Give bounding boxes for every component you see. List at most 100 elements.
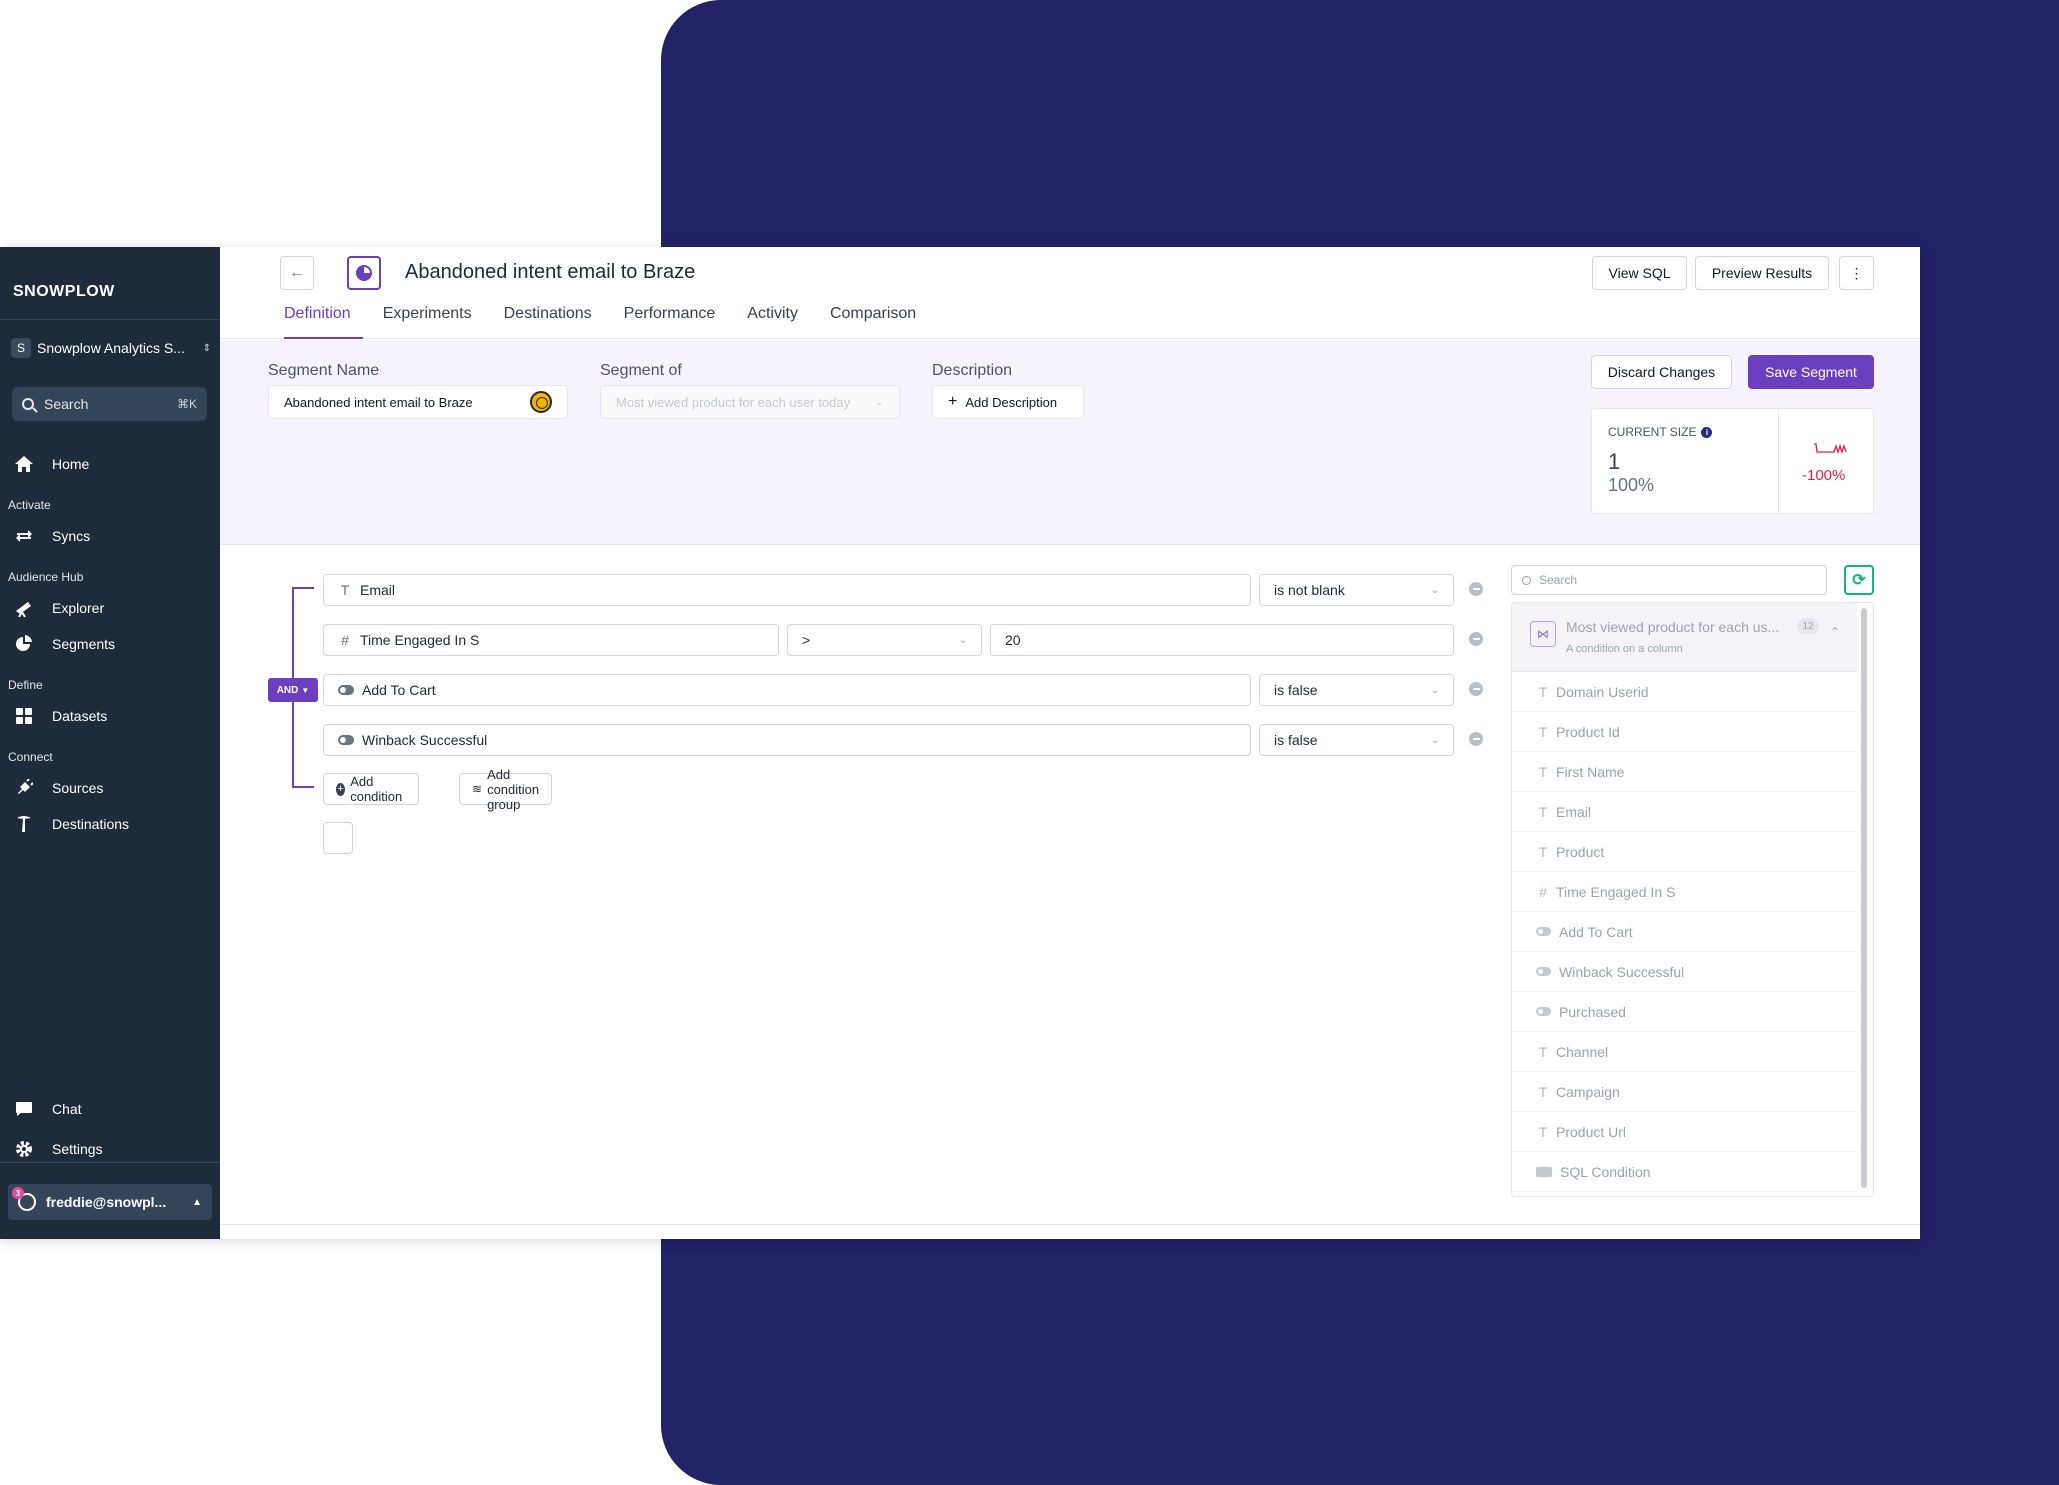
tab-definition[interactable]: Definition [284, 305, 363, 339]
column-name: Email [1556, 803, 1592, 820]
tab-destinations[interactable]: Destinations [504, 305, 604, 339]
list-item[interactable]: Winback Successful [1512, 952, 1857, 992]
sidebar-item-datasets[interactable]: Datasets [14, 705, 107, 727]
search-icon [1522, 575, 1531, 585]
plus-icon: + [948, 393, 958, 410]
braze-logo-icon [530, 391, 552, 413]
text-type-icon: T [1538, 1123, 1548, 1140]
sidebar-item-label: Segments [52, 636, 116, 652]
view-sql-button[interactable]: View SQL [1592, 256, 1687, 290]
logo: SNOWPLOW [13, 283, 115, 300]
list-item[interactable]: T First Name [1512, 752, 1857, 792]
gear-icon [14, 1139, 34, 1159]
sidebar-item-explorer[interactable]: Explorer [14, 597, 104, 619]
save-segment-button[interactable]: Save Segment [1748, 355, 1874, 389]
sync-arrows-icon [14, 526, 34, 546]
sidebar-search[interactable]: Search ⌘K [12, 387, 207, 421]
tab-performance[interactable]: Performance [624, 305, 728, 339]
back-button[interactable]: ← [280, 256, 314, 290]
list-item[interactable]: T Product [1512, 832, 1857, 872]
chevron-down-icon: ⌄ [875, 396, 884, 408]
discard-changes-button[interactable]: Discard Changes [1591, 355, 1732, 389]
info-icon[interactable]: i [1701, 426, 1713, 438]
sql-type-icon [1536, 1166, 1552, 1177]
nav-group-define: Define [8, 678, 43, 692]
definition-panel: Segment Name Abandoned intent email to B… [220, 340, 1920, 545]
list-item[interactable]: Add To Cart [1512, 912, 1857, 952]
column-name: First Name [1556, 763, 1625, 780]
org-switcher[interactable]: S Snowplow Analytics S... ⇕ [11, 335, 211, 361]
list-item[interactable]: T Campaign [1512, 1072, 1857, 1112]
text-type-icon: T [1538, 803, 1548, 820]
add-description-label: Add Description [965, 394, 1058, 410]
columns-panel: Search ⟳ ⋈ Most viewed product for each … [220, 547, 1920, 1227]
list-item[interactable]: # Time Engaged In S [1512, 872, 1857, 912]
org-avatar: S [11, 338, 31, 358]
segment-type-icon [347, 256, 381, 290]
segment-name-input[interactable]: Abandoned intent email to Braze [268, 385, 568, 419]
column-name: Purchased [1559, 1003, 1626, 1020]
current-size-card: CURRENT SIZE i 1 100% -100% [1591, 408, 1874, 514]
search-shortcut: ⌘K [176, 397, 197, 411]
plug-icon [14, 778, 34, 798]
page-header: ← Abandoned intent email to Braze View S… [220, 247, 1920, 339]
tab-activity[interactable]: Activity [747, 305, 810, 339]
segment-of-select[interactable]: Most viewed product for each user today … [600, 385, 900, 419]
divider [220, 1224, 1920, 1225]
column-name: SQL Condition [1560, 1163, 1651, 1180]
column-name: Domain Userid [1556, 683, 1649, 700]
columns-list-header[interactable]: ⋈ Most viewed product for each us... 12 … [1512, 603, 1857, 672]
sidebar-item-label: Syncs [52, 528, 91, 544]
segment-of-label: Segment of [600, 362, 682, 379]
tab-bar: Definition Experiments Destinations Perf… [284, 305, 948, 339]
tab-comparison[interactable]: Comparison [830, 305, 928, 339]
sidebar-item-chat[interactable]: Chat [14, 1098, 82, 1120]
columns-header-subtitle: A condition on a column [1566, 643, 1683, 655]
sidebar: SNOWPLOW S Snowplow Analytics S... ⇕ Sea… [0, 247, 220, 1239]
columns-count-badge: 12 [1797, 618, 1819, 634]
sidebar-item-segments[interactable]: Segments [14, 633, 115, 655]
scrollbar[interactable] [1861, 608, 1867, 1188]
boolean-type-icon [1536, 967, 1551, 976]
text-type-icon: T [1538, 723, 1548, 740]
sidebar-item-home[interactable]: Home [14, 453, 89, 475]
sidebar-item-label: Sources [52, 780, 104, 796]
add-description-button[interactable]: + Add Description [932, 385, 1084, 419]
tab-experiments[interactable]: Experiments [383, 305, 484, 339]
list-item[interactable]: T Product Id [1512, 712, 1857, 752]
current-size-value: 1 [1608, 449, 1621, 474]
list-item[interactable]: Purchased [1512, 992, 1857, 1032]
list-item[interactable]: T Email [1512, 792, 1857, 832]
telescope-icon [14, 598, 34, 618]
current-size-label: CURRENT SIZE i [1608, 425, 1713, 439]
user-menu[interactable]: 3 freddie@snowpl... ▲ [8, 1184, 212, 1220]
divider [1778, 409, 1779, 513]
preview-results-button[interactable]: Preview Results [1695, 256, 1829, 290]
list-item[interactable]: T Domain Userid [1512, 672, 1857, 712]
columns-search-placeholder: Search [1539, 573, 1578, 587]
refresh-icon: ⟳ [1852, 572, 1866, 589]
sidebar-item-destinations[interactable]: Destinations [14, 813, 129, 835]
segment-name-value: Abandoned intent email to Braze [284, 394, 473, 410]
sidebar-item-settings[interactable]: Settings [14, 1138, 103, 1160]
list-item[interactable]: T Product Url [1512, 1112, 1857, 1152]
sidebar-item-sources[interactable]: Sources [14, 777, 103, 799]
column-name: Channel [1556, 1043, 1609, 1060]
list-item[interactable]: T Channel [1512, 1032, 1857, 1072]
sidebar-item-syncs[interactable]: Syncs [14, 525, 90, 547]
size-delta: -100% [1802, 467, 1846, 484]
description-label: Description [932, 362, 1013, 379]
sidebar-item-label: Home [52, 456, 90, 472]
search-icon [22, 398, 34, 410]
nav-group-activate: Activate [8, 498, 51, 512]
refresh-button[interactable]: ⟳ [1844, 565, 1874, 595]
pie-chart-icon [356, 265, 372, 281]
current-size-percent: 100% [1608, 475, 1655, 495]
chevron-up-icon[interactable]: ⌃ [1830, 625, 1840, 639]
columns-search-input[interactable]: Search [1511, 565, 1827, 595]
sidebar-item-label: Destinations [52, 816, 130, 832]
sidebar-item-label: Explorer [52, 600, 105, 616]
more-options-button[interactable]: ⋮ [1839, 256, 1874, 290]
pie-chart-icon [14, 634, 34, 654]
list-item[interactable]: SQL Condition [1512, 1152, 1857, 1192]
